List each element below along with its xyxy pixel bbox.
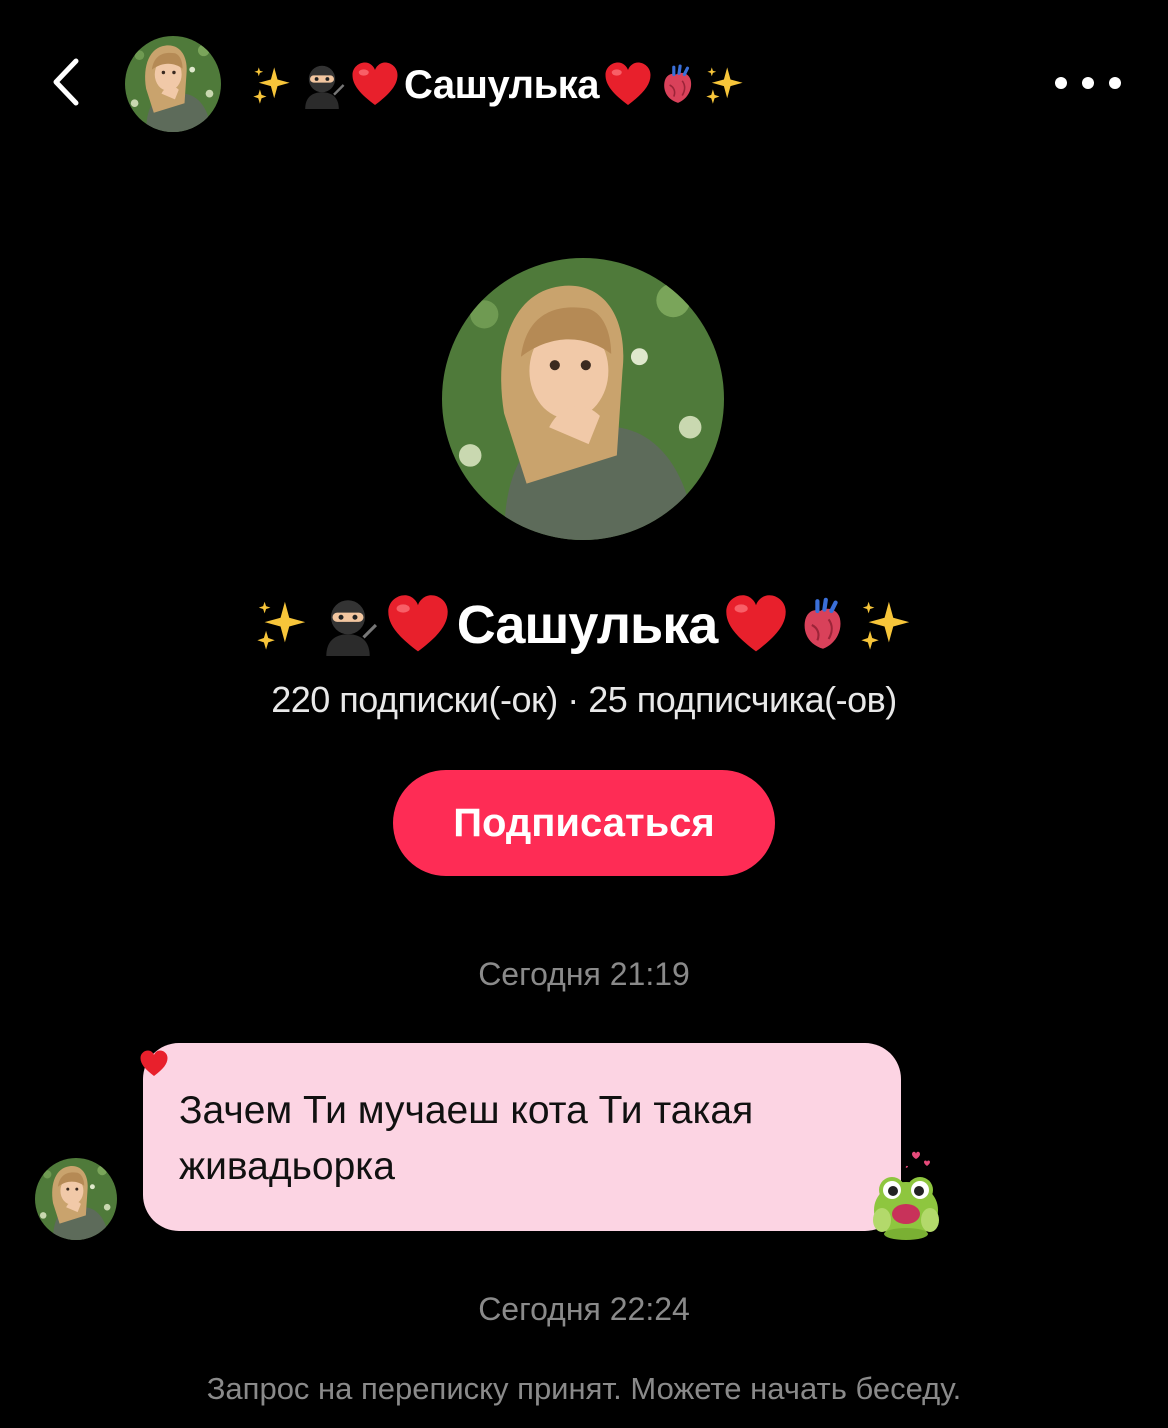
profile-name-text: Сашулька <box>456 595 719 655</box>
message-bubble[interactable]: Зачем Ти мучаеш кота Ти такая живадьорка <box>143 1043 901 1231</box>
red-heart-icon <box>350 60 400 110</box>
message-timestamp: Сегодня 22:24 <box>478 1291 690 1327</box>
anatomical-heart-icon <box>795 593 851 657</box>
liked-heart-icon[interactable] <box>139 1049 169 1079</box>
message-timestamp: Сегодня 21:19 <box>478 956 690 992</box>
red-heart-icon <box>385 592 451 658</box>
message-avatar[interactable] <box>35 1158 117 1240</box>
header-name: Сашулька <box>404 62 599 107</box>
sparkles-icon <box>703 63 747 107</box>
chat-header: Сашулька <box>0 0 1168 170</box>
header-title[interactable]: Сашулька <box>250 55 747 115</box>
more-dot-icon <box>1109 77 1121 89</box>
anatomical-heart-icon <box>657 61 699 109</box>
chat-screen: Сашулька Сашулька 220 подписки(-ок) · 25… <box>0 0 1168 1428</box>
header-avatar[interactable] <box>125 36 221 132</box>
ninja-icon <box>298 61 346 109</box>
sparkles-icon <box>857 596 915 654</box>
more-dot-icon <box>1082 77 1094 89</box>
red-heart-icon <box>723 592 789 658</box>
more-dot-icon <box>1055 77 1067 89</box>
profile-avatar[interactable] <box>442 258 724 540</box>
sparkles-icon <box>250 63 294 107</box>
more-options-button[interactable] <box>1055 66 1121 100</box>
red-heart-icon <box>603 60 653 110</box>
sparkles-icon <box>253 596 311 654</box>
back-button[interactable] <box>38 52 92 112</box>
ninja-icon <box>317 594 379 656</box>
follow-button[interactable]: Подписаться <box>393 770 775 876</box>
profile-stats[interactable]: 220 подписки(-ок) · 25 подписчика(-ов) <box>0 672 1168 728</box>
message-text: Зачем Ти мучаеш кота Ти такая живадьорка <box>179 1089 754 1188</box>
system-note: Запрос на переписку принят. Можете начат… <box>206 1371 962 1406</box>
chevron-left-icon <box>53 58 79 106</box>
frog-sticker-icon[interactable] <box>868 1148 944 1242</box>
profile-name: Сашулька <box>0 585 1168 665</box>
